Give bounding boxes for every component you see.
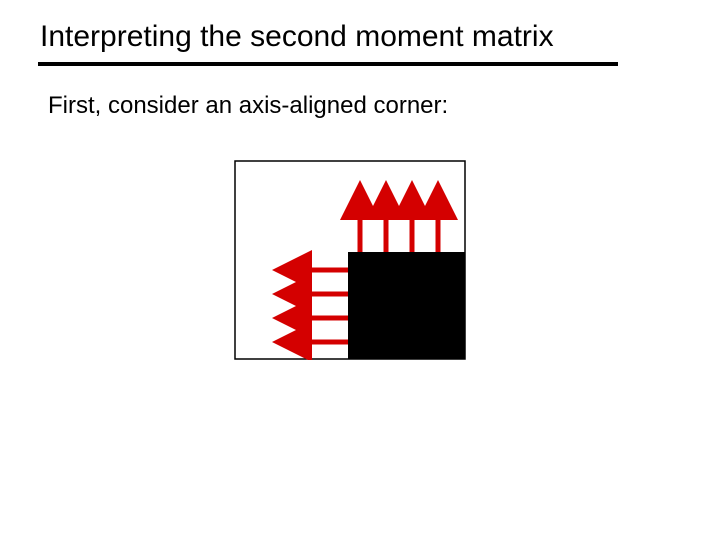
title-underline [38,62,618,66]
slide: Interpreting the second moment matrix Fi… [0,0,720,540]
corner-figure [234,160,466,360]
corner-svg [234,160,466,360]
body-text: First, consider an axis-aligned corner: [48,92,448,120]
corner-square [348,252,465,359]
slide-title: Interpreting the second moment matrix [40,20,554,54]
